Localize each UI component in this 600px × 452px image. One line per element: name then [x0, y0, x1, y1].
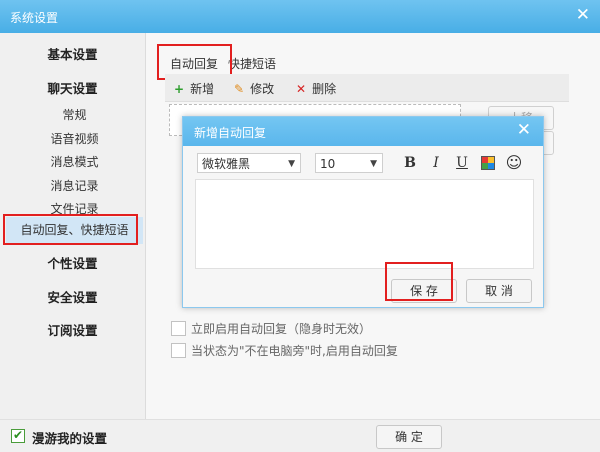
- delete-button[interactable]: ✕ 删除: [296, 80, 336, 97]
- footer-bar: ✔ 漫游我的设置 确 定: [0, 419, 600, 452]
- dialog-title: 新增自动回复: [194, 126, 267, 140]
- cancel-button[interactable]: 取 消: [466, 279, 532, 303]
- underline-button[interactable]: U: [453, 153, 471, 173]
- new-auto-reply-dialog: 新增自动回复 ✕ 微软雅黑 ▼ 10 ▼ B I U ☺ 保 存 取 消: [182, 116, 544, 308]
- font-family-value: 微软雅黑: [202, 157, 251, 171]
- sidebar-item-personal[interactable]: 个性设置: [0, 253, 145, 272]
- sidebar-item-auto-reply[interactable]: 自动回复、快捷短语: [6, 217, 143, 244]
- font-size-select[interactable]: 10 ▼: [315, 153, 383, 173]
- sidebar-item-message-mode[interactable]: 消息模式: [2, 153, 147, 170]
- sidebar-item-voice-video[interactable]: 语音视频: [2, 130, 147, 147]
- roam-settings-checkbox[interactable]: ✔: [11, 429, 25, 443]
- delete-label: 删除: [312, 82, 337, 96]
- ok-button[interactable]: 确 定: [376, 425, 442, 449]
- sidebar: 基本设置 聊天设置 常规 语音视频 消息模式 消息记录 文件记录 自动回复、快捷…: [0, 33, 146, 419]
- window-titlebar: 系统设置 ✕: [0, 0, 600, 33]
- edit-label: 修改: [250, 82, 275, 96]
- delete-icon: ✕: [296, 82, 307, 96]
- reply-content-editor[interactable]: [195, 179, 534, 269]
- sidebar-item-message-record[interactable]: 消息记录: [2, 177, 147, 194]
- roam-settings-label: 漫游我的设置: [32, 431, 108, 446]
- sidebar-item-subscribe[interactable]: 订阅设置: [0, 320, 145, 339]
- reply-toolbar: + 新增 ✎ 修改 ✕ 删除: [165, 74, 569, 102]
- away-enable-checkbox[interactable]: [171, 343, 186, 358]
- font-family-select[interactable]: 微软雅黑 ▼: [197, 153, 301, 173]
- enable-now-label: 立即启用自动回复（隐身时无效）: [191, 322, 372, 336]
- sidebar-item-file-record[interactable]: 文件记录: [2, 200, 147, 217]
- enable-now-checkbox[interactable]: [171, 321, 186, 336]
- color-palette-icon[interactable]: [479, 153, 497, 173]
- add-label: 新增: [190, 82, 215, 96]
- tab-quick-phrase[interactable]: 快捷短语: [228, 55, 276, 72]
- plus-icon: +: [174, 82, 185, 96]
- add-button[interactable]: + 新增: [174, 80, 214, 97]
- chevron-down-icon: ▼: [370, 159, 377, 169]
- edit-button[interactable]: ✎ 修改: [234, 80, 274, 97]
- sidebar-item-basic[interactable]: 基本设置: [0, 44, 145, 63]
- dialog-titlebar: 新增自动回复 ✕: [183, 117, 543, 146]
- close-icon[interactable]: ✕: [576, 5, 590, 25]
- tab-auto-reply[interactable]: 自动回复: [170, 55, 218, 72]
- font-size-value: 10: [320, 157, 336, 171]
- sidebar-item-chat[interactable]: 聊天设置: [0, 78, 145, 97]
- pencil-icon: ✎: [234, 82, 245, 96]
- chevron-down-icon: ▼: [288, 159, 295, 169]
- emoji-icon[interactable]: ☺: [505, 153, 523, 173]
- window-title: 系统设置: [10, 11, 59, 25]
- italic-button[interactable]: I: [427, 153, 445, 173]
- dialog-close-icon[interactable]: ✕: [517, 120, 531, 140]
- sidebar-item-security[interactable]: 安全设置: [0, 287, 145, 306]
- save-button[interactable]: 保 存: [391, 279, 457, 303]
- sidebar-item-general[interactable]: 常规: [2, 106, 147, 123]
- bold-button[interactable]: B: [401, 153, 419, 173]
- away-enable-label: 当状态为"不在电脑旁"时,启用自动回复: [191, 344, 398, 358]
